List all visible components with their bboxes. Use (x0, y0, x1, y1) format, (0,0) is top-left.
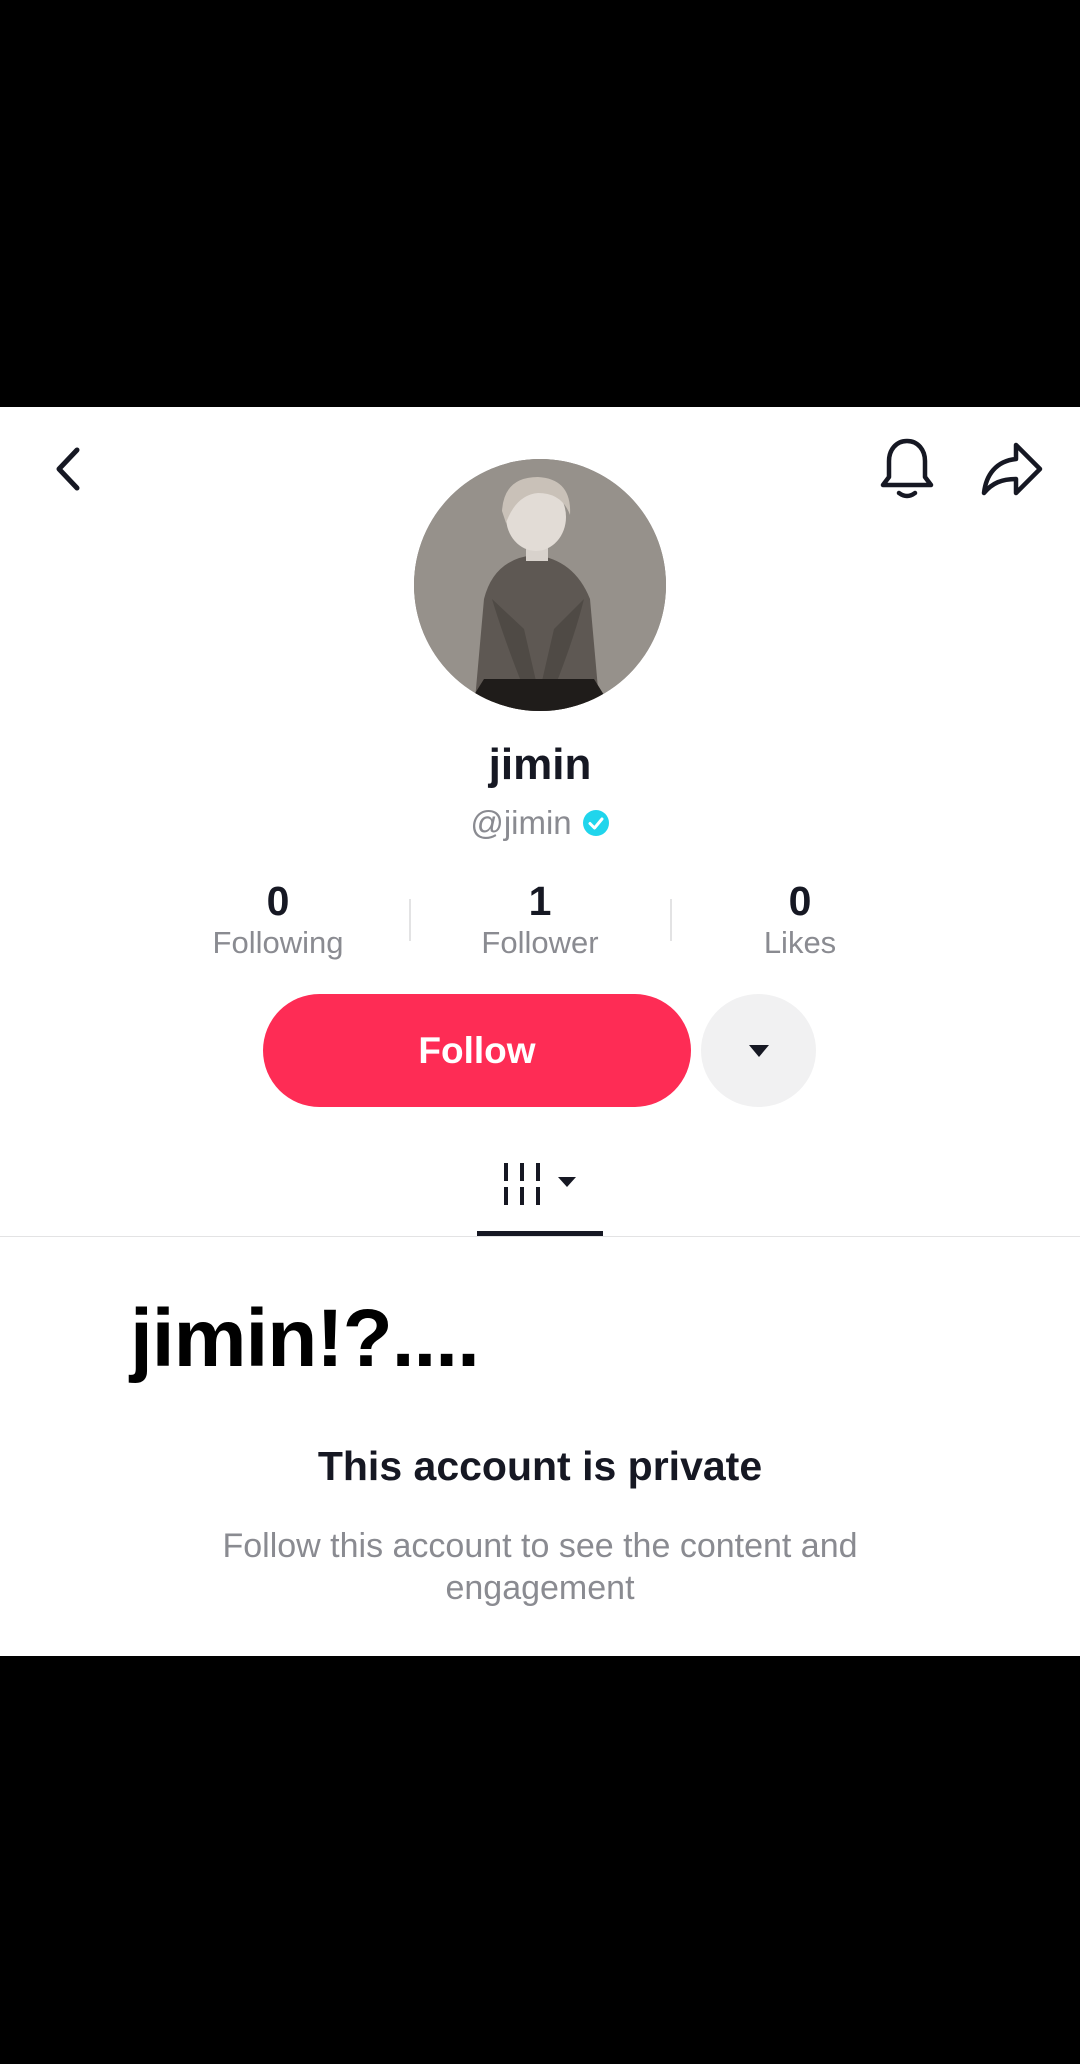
notification-button[interactable] (872, 431, 942, 507)
stat-label: Following (212, 925, 344, 961)
share-button[interactable] (976, 433, 1048, 505)
private-account-description: Follow this account to see the content a… (222, 1527, 858, 1607)
tab-videos[interactable] (478, 1157, 602, 1217)
follow-button[interactable]: Follow (263, 994, 691, 1107)
caret-down-icon (748, 1044, 769, 1057)
videos-grid-icon (504, 1163, 576, 1205)
stat-value: 1 (528, 878, 552, 924)
profile-page: jimin @jimin 0 Following 1 Follower 0 Li… (0, 407, 1080, 1656)
stat-following[interactable]: 0 Following (147, 877, 409, 961)
private-account-title: This account is private (317, 1443, 763, 1489)
avatar[interactable] (414, 459, 666, 711)
suggested-accounts-button[interactable] (701, 994, 816, 1107)
avatar-photo (414, 459, 666, 711)
bell-icon (880, 438, 934, 499)
handle-row: @jimin (0, 804, 1080, 842)
back-chevron-icon (56, 447, 80, 491)
back-button[interactable] (40, 437, 96, 501)
verified-badge-icon (582, 810, 609, 836)
username-handle: @jimin (470, 804, 572, 841)
stat-label: Likes (763, 925, 837, 961)
stat-likes[interactable]: 0 Likes (669, 877, 931, 961)
stat-value: 0 (266, 878, 290, 924)
share-arrow-icon (981, 442, 1043, 496)
tab-divider (0, 1236, 1080, 1237)
stat-label: Follower (481, 925, 599, 961)
display-name: jimin (488, 740, 592, 789)
stat-followers[interactable]: 1 Follower (409, 877, 671, 961)
stat-value: 0 (788, 878, 812, 924)
bio-text: jimin!?.... (130, 1293, 480, 1384)
